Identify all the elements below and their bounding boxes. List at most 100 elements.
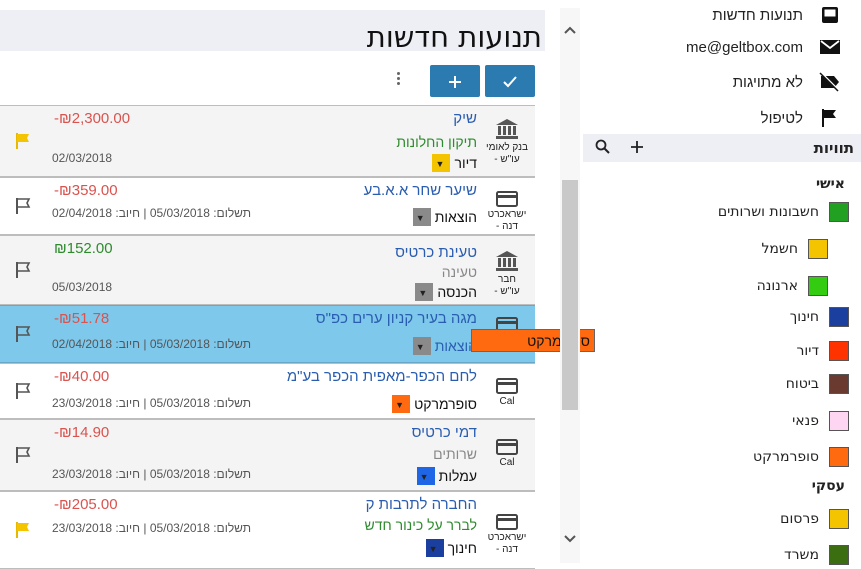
flag-outline-icon[interactable] [14,381,34,401]
label-item[interactable]: דיור [797,341,849,361]
category-label: עמלות [438,468,477,484]
description: לחם הכפר-מאפית הכפר בע"מ [286,368,477,385]
sidebar-item-todo[interactable]: לטיפול [761,105,841,131]
category[interactable]: ▼ דיור [432,154,477,172]
scroll-up-icon[interactable] [562,22,578,38]
account-owner: - דנה [496,221,518,232]
label-item[interactable]: חשמל [761,239,828,259]
title-bar: תנועות חדשות [0,10,545,54]
chevron-down-icon: ▼ [435,159,445,169]
table-row[interactable]: -₪2,300.00 02/03/2018 שיק תיקון החלונות … [0,105,535,177]
table-row[interactable]: -₪14.90 תשלום: 05/03/2018 | חיוב: 23/03/… [0,419,535,491]
account-name: Cal [499,457,515,468]
scroll-down-icon[interactable] [562,531,578,547]
account: ישראכרט - דנה [481,514,533,556]
untagged-icon [819,71,841,93]
table-row[interactable]: ₪152.00 05/03/2018 טעינת כרטיס טעינה ▼ ה… [0,235,535,305]
account: בנק לאומי - עו"ש [481,118,533,166]
amount: -₪2,300.00 [54,110,131,127]
category[interactable]: ▼ חינוך [425,539,477,557]
label-color [829,374,849,394]
transactions-panel: תנועות חדשות -₪2,300.00 02/03/2018 שיק ת… [0,0,595,569]
description: שיער שחר א.א.בע [363,182,477,199]
table-row[interactable]: -₪205.00 תשלום: 05/03/2018 | חיוב: 23/03… [0,491,535,569]
account: ישראכרט - דנה [481,191,533,233]
note: טעינה [441,264,477,280]
category-color: ▼ [425,539,444,557]
inbox-icon [819,4,841,26]
sidebar-item-label: me@geltbox.com [686,38,803,56]
account-name: Cal [499,396,515,407]
account-name: ישראכרט [487,532,527,543]
more-options-icon[interactable] [390,70,406,92]
search-icon[interactable] [595,139,611,155]
amount: -₪40.00 [54,368,110,385]
category-label: הוצאות [434,209,477,225]
account: חבר - עו"ש [481,250,533,298]
amount: -₪51.78 [54,310,110,327]
label-name: פרסום [780,511,819,527]
label-item[interactable]: חינוך [790,307,849,327]
label-color [829,341,849,361]
label-name: חשבונות ושרותים [717,204,819,220]
flag-outline-icon[interactable] [14,196,34,216]
description: מגה בעיר קניון ערים כפ"ס [315,310,477,327]
date: 05/03/2018 [52,280,113,294]
category-label: סופרמרקט [414,396,477,412]
category[interactable]: ▼ סופרמרקט [392,395,477,413]
label-name: סופרמרקט [753,449,819,465]
flag-filled-icon[interactable] [14,520,34,540]
scrollbar-thumb[interactable] [562,180,578,410]
table-row-selected[interactable]: -₪51.78 תשלום: 05/03/2018 | חיוב: 02/04/… [0,305,535,363]
check-icon [503,75,517,87]
category[interactable]: ▼ הוצאות [412,208,477,226]
date: תשלום: 05/03/2018 | חיוב: 23/03/2018 [52,396,251,410]
label-item[interactable]: פנאי [792,411,849,431]
label-item[interactable]: חשבונות ושרותים [718,202,849,222]
flag-outline-icon[interactable] [14,324,34,344]
category[interactable]: ▼ הוצאות [412,337,477,355]
category-color: ▼ [432,154,451,172]
add-transaction-button[interactable] [430,65,480,97]
sidebar-item-untagged[interactable]: לא מתויגות [733,69,841,95]
label-item[interactable]: פרסום [780,509,849,529]
chevron-down-icon: ▼ [418,288,428,298]
category[interactable]: ▼ הכנסה [415,283,477,301]
add-label-icon[interactable] [630,137,644,157]
category-color: ▼ [412,208,431,226]
label-name: משרד [784,547,819,563]
note: תיקון החלונות [396,134,477,150]
flag-outline-icon[interactable] [14,260,34,280]
amount: -₪205.00 [54,496,118,513]
label-item[interactable]: ארנונה [757,276,828,296]
date: 02/03/2018 [52,151,113,165]
sidebar-item-label: לא מתויגות [732,73,803,91]
category[interactable]: ▼ עמלות [416,467,477,485]
credit-card-icon [496,378,518,394]
table-row[interactable]: -₪40.00 תשלום: 05/03/2018 | חיוב: 23/03/… [0,363,535,419]
flag-outline-icon[interactable] [14,445,34,465]
account-name: ישראכרט [487,209,527,220]
flag-filled-icon[interactable] [14,131,34,151]
bank-icon [496,119,518,139]
table-row[interactable]: -₪359.00 תשלום: 05/03/2018 | חיוב: 02/04… [0,177,535,235]
label-item[interactable]: משרד [784,545,849,565]
chevron-down-icon: ▼ [428,544,438,554]
amount: -₪14.90 [54,424,110,441]
flag-icon [819,107,841,129]
label-item[interactable]: ביטוח [786,374,849,394]
envelope-icon [819,36,841,58]
account: Cal [481,439,533,469]
confirm-button[interactable] [485,65,535,97]
label-item[interactable]: סופרמרקט [753,447,849,467]
date: תשלום: 05/03/2018 | חיוב: 02/04/2018 [52,337,251,351]
category-color: ▼ [392,395,411,413]
chevron-down-icon: ▼ [419,472,429,482]
category-label: הכנסה [437,284,477,300]
label-name: ביטוח [785,376,819,392]
category-color: ▼ [416,467,435,485]
description: טעינת כרטיס [395,244,477,261]
sidebar-item-account-email[interactable]: me@geltbox.com [686,34,841,60]
bank-icon [496,251,518,271]
sidebar-item-new-transactions[interactable]: תנועות חדשות [712,2,841,28]
